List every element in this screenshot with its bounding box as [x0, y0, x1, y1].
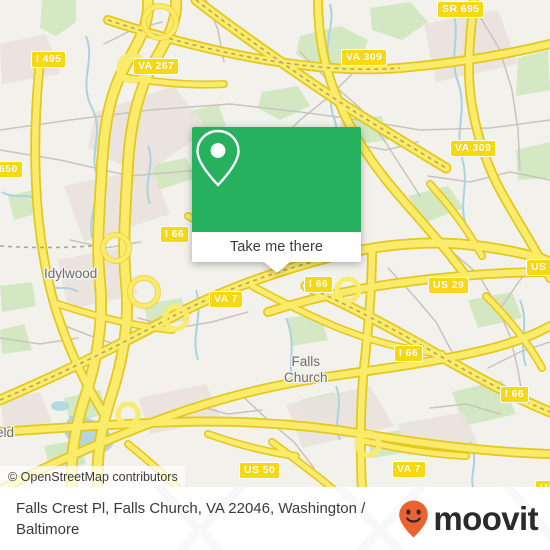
address-text: Falls Crest Pl, Falls Church, VA 22046, … [16, 499, 366, 538]
shield-i-66-south: I 66 [394, 345, 424, 362]
shield-va-309-north: VA 309 [341, 49, 388, 66]
shield-i-66-central: I 66 [304, 276, 334, 293]
shield-us-2-edge: US 2 [526, 259, 550, 276]
footer-bar: Falls Crest Pl, Falls Church, VA 22046, … [0, 487, 550, 550]
location-popup-card[interactable]: Take me there [192, 127, 361, 273]
shield-i-495: I 495 [31, 51, 67, 68]
place-label-idylwood: Idylwood [44, 266, 98, 281]
osm-attribution[interactable]: © OpenStreetMap contributors [0, 466, 185, 489]
map-canvas[interactable]: SR 695 VA 309 I 495 VA 267 VA 309 650 I … [0, 0, 550, 490]
shield-va-7-west: VA 7 [209, 291, 243, 308]
place-label-line-2: Church [284, 369, 328, 385]
shield-i-66-east: I 66 [500, 386, 530, 403]
shield-us-50: US 50 [239, 462, 281, 479]
shield-va-267: VA 267 [133, 58, 180, 75]
shield-va-309-east: VA 309 [450, 140, 497, 157]
card-action-area[interactable]: Take me there [192, 232, 361, 273]
shield-va-7-south: VA 7 [392, 461, 426, 478]
place-label-line-1: Falls [291, 354, 321, 369]
card-image-area [192, 127, 361, 232]
shield-i-66-west: I 66 [160, 226, 190, 243]
shield-us-29: US 29 [428, 277, 470, 294]
map-pin-icon [196, 129, 240, 187]
take-me-there-label: Take me there [229, 239, 324, 255]
shield-650: 650 [0, 161, 23, 178]
card-pointer-tail [263, 262, 290, 273]
moovit-logo[interactable]: moovit [397, 499, 539, 539]
place-label-springfield-clipped: eld [0, 425, 15, 440]
place-label-falls-church: Falls Church [284, 354, 328, 385]
moovit-location-card-screen: SR 695 VA 309 I 495 VA 267 VA 309 650 I … [0, 0, 550, 550]
shield-sr-695: SR 695 [437, 1, 485, 18]
moovit-smiley-pin-icon [399, 500, 429, 537]
moovit-wordmark: moovit [433, 500, 538, 537]
